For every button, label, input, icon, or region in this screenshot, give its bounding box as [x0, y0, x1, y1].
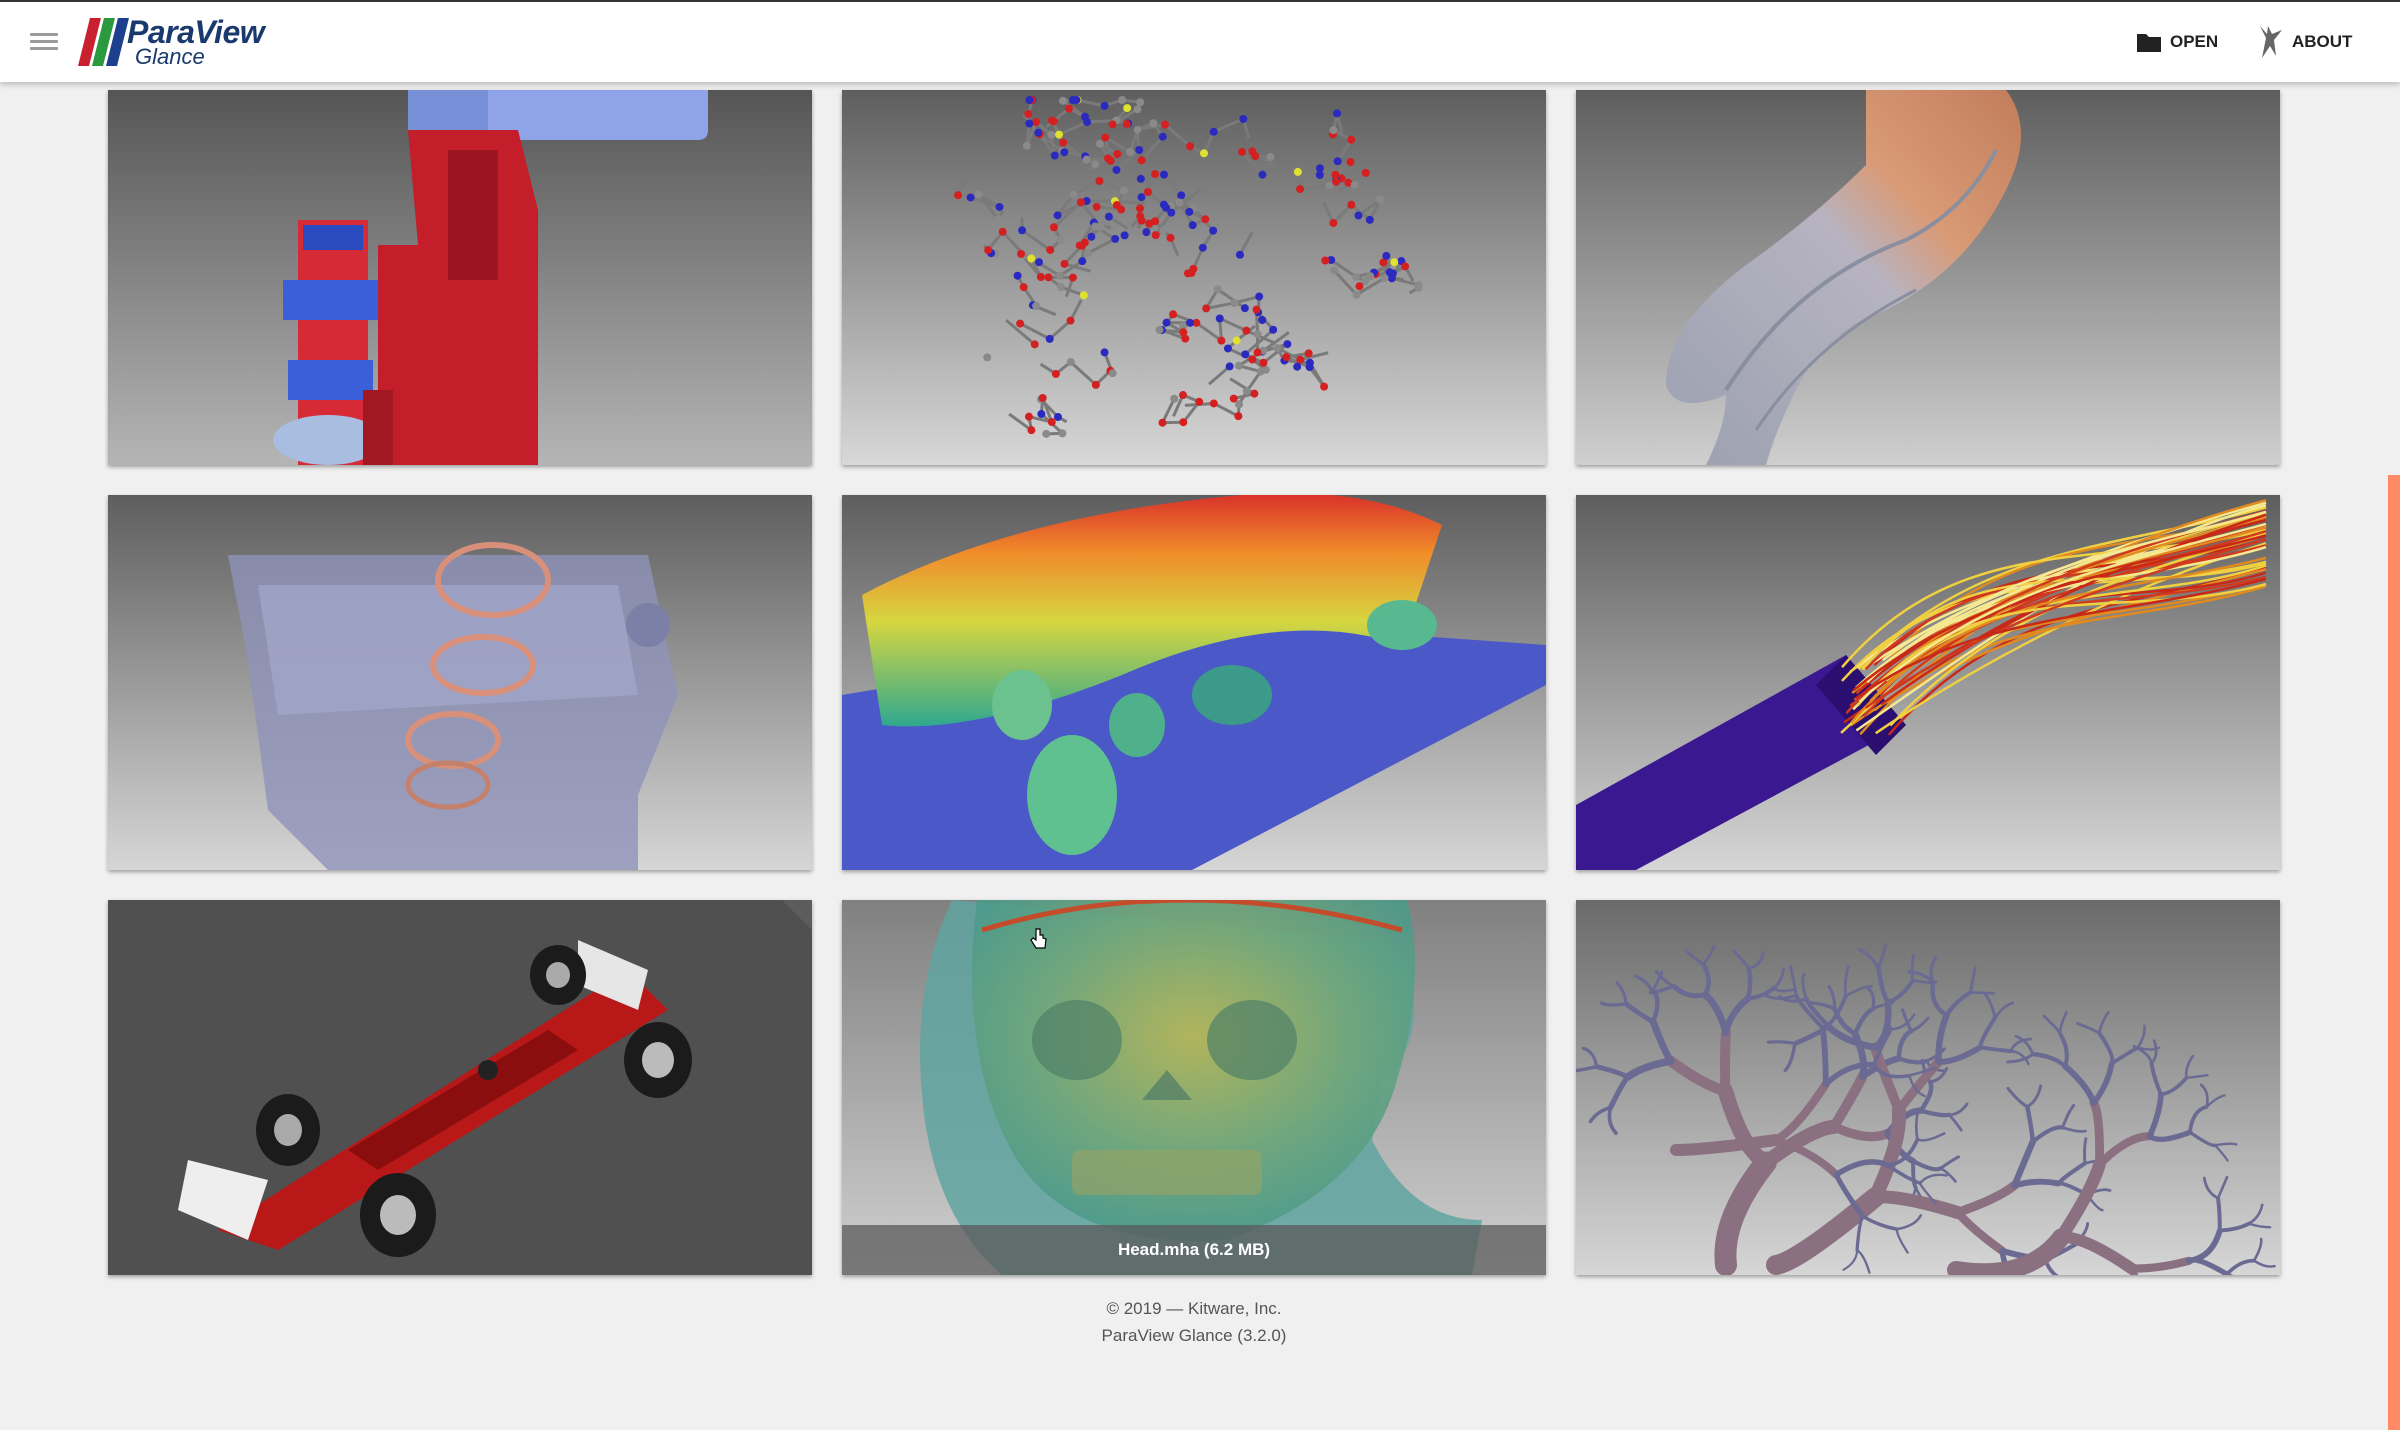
sample-card-lidar-trees[interactable] [842, 495, 1546, 870]
page-scrollbar[interactable] [2388, 80, 2400, 1350]
head-preview-image [842, 900, 1546, 1275]
sample-gallery: Head.mha (6.2 MB) [108, 90, 2280, 1275]
sample-card-f1-car[interactable] [108, 900, 812, 1275]
copyright-text: © 2019 — Kitware, Inc. [0, 1295, 2388, 1322]
sample-card-streamlines[interactable] [1576, 495, 2280, 870]
blood-vessels-preview-image [1576, 900, 2280, 1275]
mouse-cursor-icon [1030, 928, 1048, 950]
molecule-preview-image [842, 90, 1546, 465]
scrollbar-thumb[interactable] [2388, 475, 2400, 1430]
page-footer: © 2019 — Kitware, Inc. ParaView Glance (… [0, 1295, 2388, 1349]
sample-card-head[interactable]: Head.mha (6.2 MB) [842, 900, 1546, 1275]
logo-bars-icon [84, 18, 123, 66]
sample-card-engine-block[interactable] [108, 495, 812, 870]
lidar-trees-preview-image [842, 495, 1546, 870]
about-button-label: ABOUT [2292, 32, 2352, 52]
engine-block-preview-image [108, 495, 812, 870]
head-sample-label: Head.mha (6.2 MB) [842, 1225, 1546, 1275]
open-button[interactable]: OPEN [2136, 22, 2218, 62]
tooth-preview-image [1576, 90, 2280, 465]
clamp-preview-image [108, 90, 812, 465]
sample-card-tooth[interactable] [1576, 90, 2280, 465]
logo-subtitle: Glance [135, 46, 264, 68]
version-text: ParaView Glance (3.2.0) [0, 1322, 2388, 1349]
folder-icon [2136, 31, 2162, 53]
sample-card-molecule[interactable] [842, 90, 1546, 465]
about-button[interactable]: ABOUT [2256, 22, 2352, 62]
streamlines-preview-image [1576, 495, 2280, 870]
open-button-label: OPEN [2170, 32, 2218, 52]
f1-car-preview-image [108, 900, 812, 1275]
paraview-glance-logo: ParaView Glance [84, 16, 264, 68]
sample-card-mechanical-clamp[interactable] [108, 90, 812, 465]
app-toolbar: ParaView Glance OPEN ABOUT [0, 0, 2400, 82]
paraview-about-icon [2256, 24, 2284, 60]
menu-icon[interactable] [30, 29, 58, 53]
sample-card-blood-vessels[interactable] [1576, 900, 2280, 1275]
